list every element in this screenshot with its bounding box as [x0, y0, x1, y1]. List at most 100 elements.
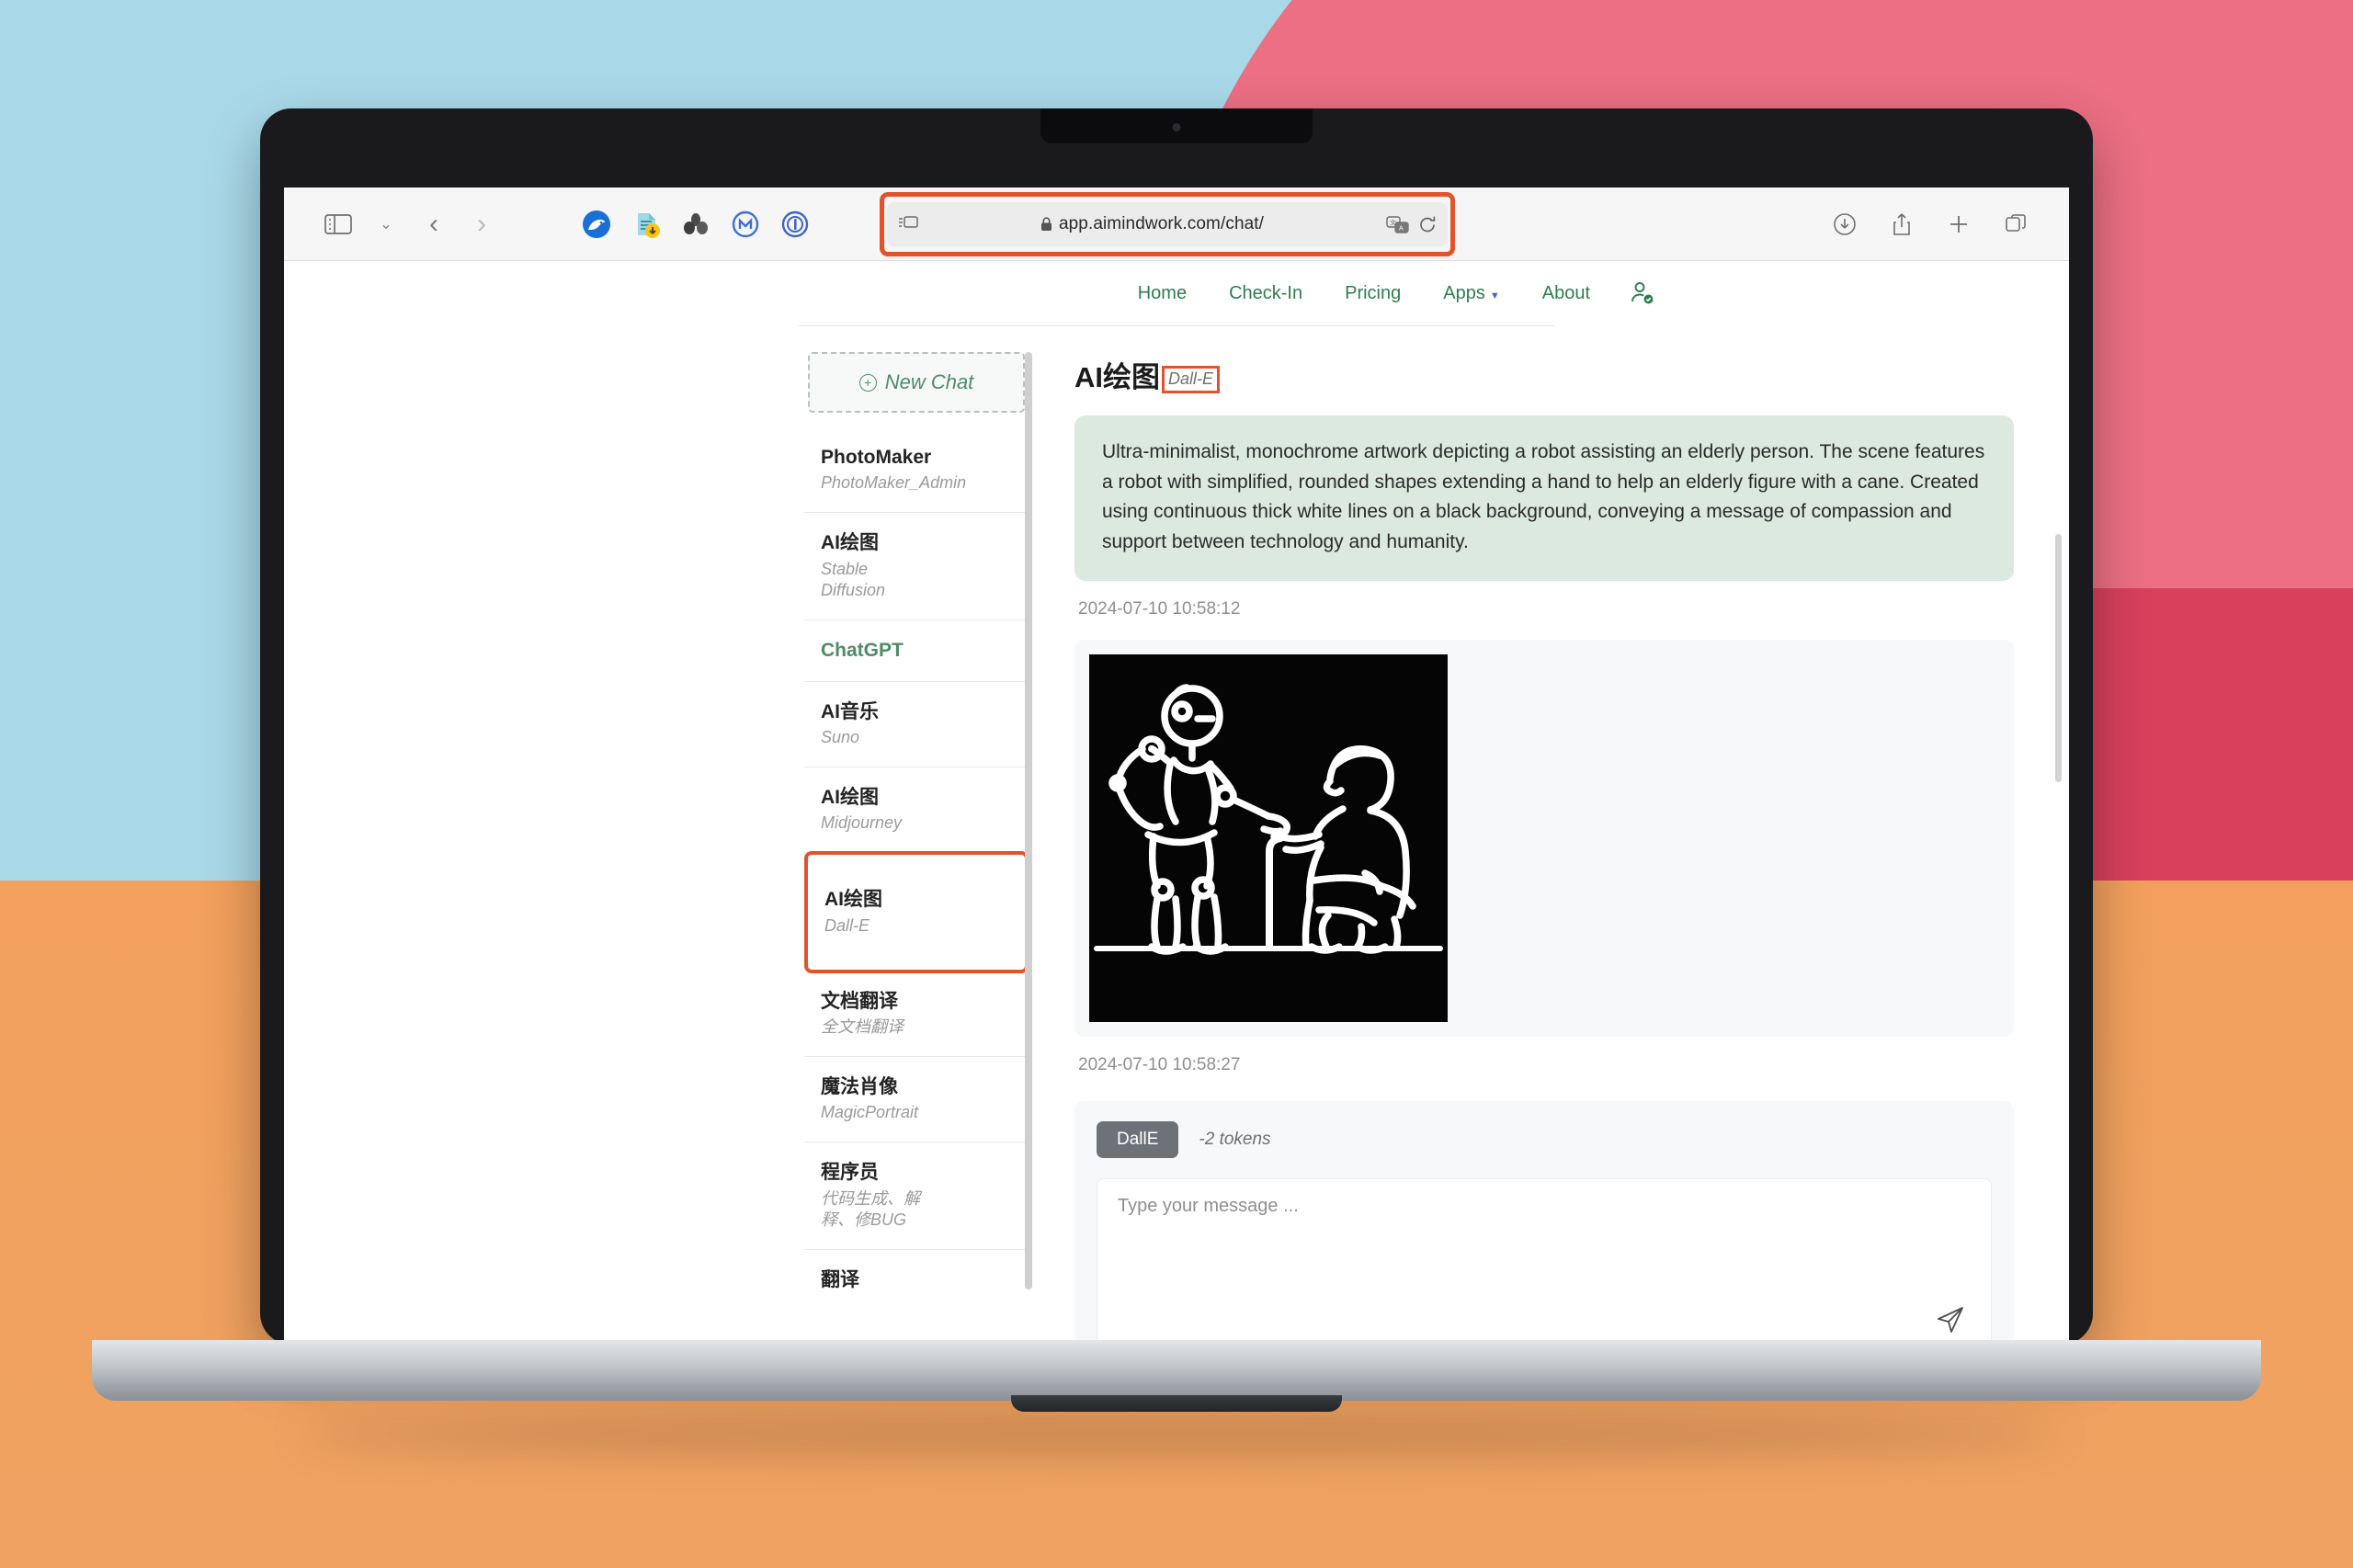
- chat-item-subtitle: Suno: [821, 728, 860, 747]
- address-bar-container: app.aimindwork.com/chat/ 文 A: [880, 192, 1455, 256]
- composer-card: DallE -2 tokens: [1074, 1101, 2014, 1378]
- chat-item-title: AI绘图: [824, 889, 882, 911]
- chat-item-title: ChatGPT: [821, 639, 904, 661]
- nav-link-home[interactable]: Home: [1117, 283, 1208, 304]
- lock-icon: [1040, 217, 1051, 231]
- laptop-screen: ⌄ ‹ › app.aimindwork.com/chat/ 文 A Home …: [284, 187, 2069, 1397]
- sidebar-item-programmer[interactable]: 程序员 代码生成、解释、修BUG: [804, 1142, 1029, 1250]
- sidebar-scrollbar[interactable]: [1025, 352, 1032, 1290]
- prompt-timestamp: 2024-07-10 10:58:12: [1078, 599, 1241, 619]
- composer-meta: DallE -2 tokens: [1097, 1121, 1992, 1159]
- chat-item-subtitle: PhotoMaker_Admin: [821, 473, 967, 493]
- chat-item-subtitle: 全文档翻译: [821, 1017, 904, 1036]
- sidebar-item-translate[interactable]: 翻译: [804, 1250, 1029, 1306]
- user-check-icon[interactable]: [1628, 279, 1655, 307]
- chevron-down-icon[interactable]: ⌄: [365, 203, 407, 245]
- m-circle-extension-icon[interactable]: [731, 210, 760, 239]
- document-download-extension-icon[interactable]: [631, 210, 661, 239]
- chat-item-subtitle: Midjourney: [821, 813, 903, 833]
- chat-sidebar-list: + New Chat PhotoMaker PhotoMaker_Admin A…: [804, 341, 1029, 1306]
- laptop-camera: [1172, 123, 1181, 131]
- send-paper-plane-icon[interactable]: [1934, 1302, 1967, 1335]
- chat-item-title: AI音乐: [821, 700, 879, 722]
- tab-overview-icon[interactable]: [1999, 208, 2032, 241]
- browser-toolbar: ⌄ ‹ › app.aimindwork.com/chat/ 文 A: [284, 187, 2069, 261]
- nav-label: Pricing: [1345, 282, 1402, 303]
- token-cost-label: -2 tokens: [1199, 1130, 1271, 1150]
- share-icon[interactable]: [1885, 208, 1918, 241]
- nav-link-pricing[interactable]: Pricing: [1324, 283, 1422, 304]
- user-prompt-message: Ultra-minimalist, monochrome artwork dep…: [1074, 415, 2014, 582]
- laptop-base-notch: [1011, 1395, 1342, 1412]
- sidebar-item-photomaker[interactable]: PhotoMaker PhotoMaker_Admin: [804, 427, 1029, 514]
- sidebar-item-chatgpt[interactable]: ChatGPT: [804, 620, 1029, 682]
- cluster-extension-icon[interactable]: [681, 210, 710, 239]
- laptop-base: [92, 1340, 2261, 1401]
- nav-label: About: [1541, 282, 1590, 303]
- chat-item-subtitle: Stable Diffusion: [821, 559, 886, 599]
- reload-icon[interactable]: [1418, 215, 1437, 234]
- back-arrow-icon[interactable]: ‹: [413, 203, 455, 245]
- chevron-down-icon: ▼: [1489, 290, 1500, 301]
- laptop-shadow: [297, 1414, 2062, 1454]
- nav-link-apps[interactable]: Apps ▼: [1422, 283, 1520, 304]
- address-bar-url-area[interactable]: app.aimindwork.com/chat/: [918, 214, 1386, 234]
- new-tab-icon[interactable]: [1942, 208, 1975, 241]
- image-timestamp: 2024-07-10 10:58:27: [1078, 1055, 1241, 1075]
- model-badge: Dall-E: [1162, 366, 1221, 393]
- downloads-icon[interactable]: [1828, 208, 1861, 241]
- chat-item-title: 翻译: [821, 1268, 859, 1290]
- plus-circle-icon: +: [858, 373, 877, 392]
- chat-item-subtitle: 代码生成、解释、修BUG: [821, 1188, 920, 1229]
- sidebar-item-suno[interactable]: AI音乐 Suno: [804, 682, 1029, 768]
- laptop-notch: [1040, 108, 1313, 143]
- chat-header: AI绘图 Dall-E: [1074, 341, 2014, 415]
- site-navigation: Home Check-In Pricing Apps ▼ About: [284, 261, 2069, 325]
- forward-arrow-icon[interactable]: ›: [460, 203, 503, 245]
- nav-link-checkin[interactable]: Check-In: [1208, 283, 1324, 304]
- address-bar-text: app.aimindwork.com/chat/: [1058, 214, 1265, 233]
- bear-extension-icon[interactable]: [582, 210, 611, 239]
- sidebar-toggle-icon[interactable]: [317, 203, 359, 245]
- nav-link-about[interactable]: About: [1521, 283, 1611, 304]
- model-chip[interactable]: DallE: [1097, 1121, 1179, 1159]
- browser-extension-icons: [582, 210, 810, 239]
- message-composer[interactable]: [1097, 1178, 1992, 1354]
- svg-text:A: A: [1399, 225, 1404, 232]
- chat-item-title: 程序员: [821, 1162, 879, 1184]
- chat-item-subtitle: Dall-E: [824, 915, 870, 935]
- page-title: AI绘图: [1074, 361, 1160, 393]
- reader-view-icon[interactable]: [898, 215, 918, 233]
- chat-item-title: AI绘图: [821, 532, 879, 554]
- address-bar[interactable]: app.aimindwork.com/chat/ 文 A: [887, 202, 1448, 246]
- laptop-mockup: ⌄ ‹ › app.aimindwork.com/chat/ 文 A Home …: [92, 108, 2261, 1454]
- nav-label: Check-In: [1229, 282, 1303, 303]
- address-bar-tools: 文 A: [1386, 215, 1437, 234]
- new-chat-label: New Chat: [884, 370, 974, 393]
- translate-icon[interactable]: 文 A: [1386, 215, 1409, 233]
- sidebar-item-midjourney[interactable]: AI绘图 Midjourney: [804, 767, 1029, 854]
- chat-sidebar: + New Chat PhotoMaker PhotoMaker_Admin A…: [804, 341, 1032, 1337]
- message-input[interactable]: [1118, 1196, 1971, 1307]
- chat-item-title: AI绘图: [821, 787, 879, 809]
- password-manager-extension-icon[interactable]: [780, 210, 810, 239]
- new-chat-button[interactable]: + New Chat: [808, 352, 1025, 413]
- chat-main: AI绘图 Dall-E Ultra-minimalist, monochrome…: [1032, 341, 2069, 1378]
- nav-label: Apps: [1443, 282, 1485, 303]
- nav-label: Home: [1137, 282, 1188, 303]
- sidebar-item-dall-e[interactable]: AI绘图 Dall-E: [804, 851, 1029, 973]
- chat-item-title: 文档翻译: [821, 990, 898, 1012]
- sidebar-item-stable-diffusion[interactable]: AI绘图 Stable Diffusion: [804, 513, 1029, 620]
- chat-workspace: + New Chat PhotoMaker PhotoMaker_Admin A…: [284, 326, 2069, 1378]
- chat-item-subtitle: MagicPortrait: [821, 1103, 919, 1122]
- sidebar-item-magic-portrait[interactable]: 魔法肖像 MagicPortrait: [804, 1057, 1029, 1143]
- chat-item-title: 魔法肖像: [821, 1075, 898, 1097]
- chat-item-title: PhotoMaker: [821, 447, 932, 468]
- generated-artwork[interactable]: [1089, 654, 1448, 1023]
- web-page: Home Check-In Pricing Apps ▼ About + New…: [284, 261, 2069, 1397]
- browser-right-tools: [1828, 208, 2032, 241]
- sidebar-item-document-translation[interactable]: 文档翻译 全文档翻译: [804, 971, 1029, 1057]
- robot-helping-elderly-line-art: [1094, 684, 1443, 955]
- chat-scrollbar[interactable]: [2055, 534, 2062, 782]
- browser-nav-controls: ⌄ ‹ ›: [317, 203, 503, 245]
